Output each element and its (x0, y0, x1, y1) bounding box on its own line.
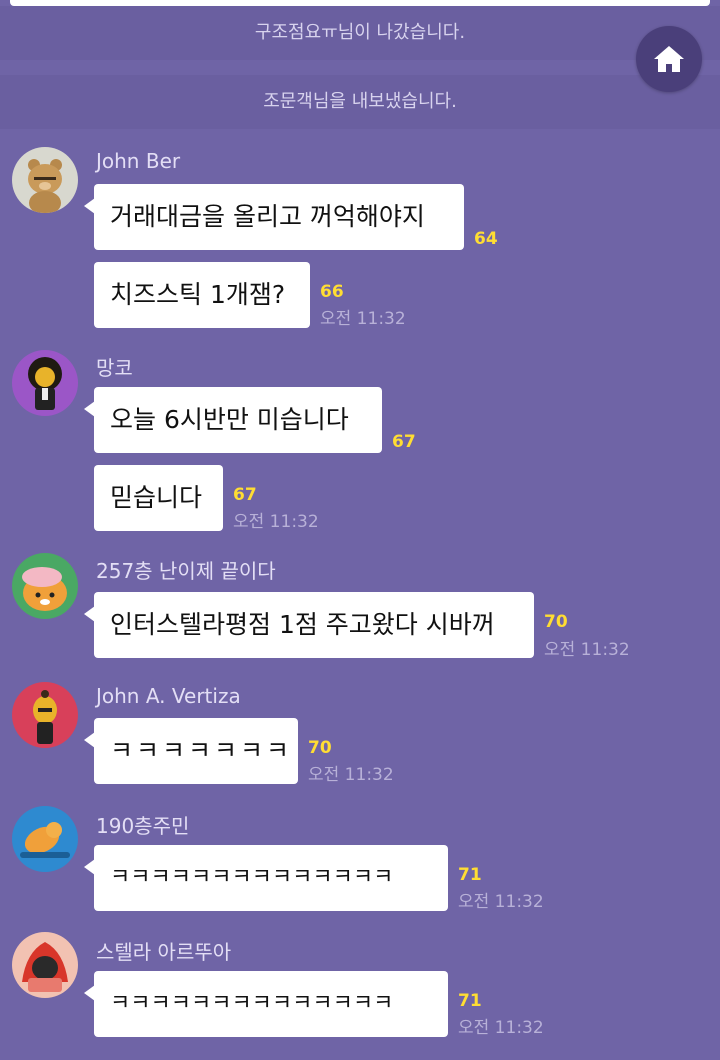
avatar-john-ber[interactable] (12, 147, 78, 213)
fire-character-avatar-icon (22, 942, 68, 992)
message-time: 오전 11:32 (544, 640, 630, 660)
unread-count: 71 (458, 865, 482, 885)
sender-name: John A. Vertiza (96, 684, 241, 708)
sender-name: 257층 난이제 끝이다 (96, 559, 276, 583)
avatar-190[interactable] (12, 806, 78, 872)
sender-name: 190층주민 (96, 814, 190, 838)
message-bubble[interactable]: 믿습니다 (94, 465, 223, 531)
message-bubble[interactable]: 거래대금을 올리고 꺼억해야지 (84, 184, 464, 250)
message-time: 오전 11:32 (458, 892, 544, 912)
unread-count: 64 (474, 229, 498, 249)
home-button[interactable] (636, 26, 702, 92)
message-bubble[interactable]: ㅋㅋㅋㅋㅋㅋㅋ (84, 718, 298, 784)
character-avatar-icon (33, 690, 57, 744)
sender-name: 스텔라 아르뚜아 (96, 940, 232, 964)
message-time: 오전 11:32 (308, 765, 394, 785)
avatar-257[interactable] (12, 553, 78, 619)
message-bubble[interactable]: ㅋㅋㅋㅋㅋㅋㅋㅋㅋㅋㅋㅋㅋㅋ (84, 971, 448, 1037)
message-bubble[interactable]: 인터스텔라평점 1점 주고왔다 시바꺼 (84, 592, 534, 658)
message-time: 오전 11:32 (320, 309, 406, 329)
unread-count: 67 (392, 432, 416, 452)
unread-count: 66 (320, 282, 344, 302)
message-time: 오전 11:32 (233, 512, 319, 532)
unread-count: 70 (544, 612, 568, 632)
message-bubble[interactable]: 치즈스틱 1개잼? (94, 262, 310, 328)
swimming-lion-avatar-icon (20, 822, 70, 858)
unread-count: 67 (233, 485, 257, 505)
system-message-left: 구조점요ㅠ님이 나갔습니다. (0, 6, 720, 60)
avatar-john-vertiza[interactable] (12, 682, 78, 748)
avatar-mangko[interactable] (12, 350, 78, 416)
sender-name: John Ber (96, 149, 181, 173)
message-bubble[interactable]: 오늘 6시반만 미습니다 (84, 387, 382, 453)
bear-avatar-icon (28, 159, 62, 213)
afro-character-avatar-icon (28, 357, 62, 410)
avatar-stella[interactable] (12, 932, 78, 998)
message-bubble[interactable]: ㅋㅋㅋㅋㅋㅋㅋㅋㅋㅋㅋㅋㅋㅋ (84, 845, 448, 911)
home-icon (654, 46, 684, 72)
sender-name: 망코 (96, 356, 133, 380)
system-message-kicked: 조문객님을 내보냈습니다. (0, 75, 720, 129)
unread-count: 71 (458, 991, 482, 1011)
unread-count: 70 (308, 738, 332, 758)
message-time: 오전 11:32 (458, 1018, 544, 1038)
lion-avatar-icon (22, 567, 67, 611)
